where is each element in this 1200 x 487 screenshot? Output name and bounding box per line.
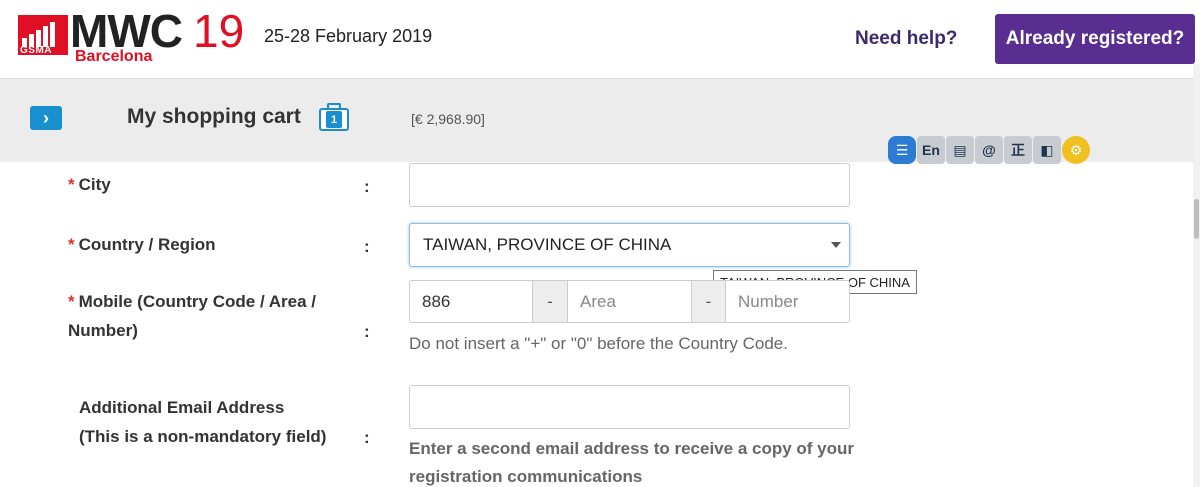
country-code-input[interactable]: 886 bbox=[409, 280, 533, 323]
country-colon: : bbox=[364, 237, 370, 256]
need-help-link[interactable]: Need help? bbox=[855, 28, 957, 50]
page-scrollbar[interactable] bbox=[1193, 64, 1200, 487]
area-code-input[interactable]: Area bbox=[567, 280, 692, 323]
cart-count-badge: 1 bbox=[326, 111, 342, 128]
city-input[interactable] bbox=[409, 163, 850, 207]
additional-email-input[interactable] bbox=[409, 385, 850, 429]
additional-email-label: Additional Email Address bbox=[79, 398, 285, 417]
area-placeholder: Area bbox=[580, 291, 616, 311]
already-registered-button[interactable]: Already registered? bbox=[995, 14, 1195, 64]
gsma-label: GSMA bbox=[20, 45, 52, 56]
signal-bars-icon bbox=[22, 21, 62, 47]
mobile-label: * Mobile (Country Code / Area / bbox=[68, 292, 317, 311]
additional-email-colon: : bbox=[364, 428, 370, 447]
contrast-icon[interactable]: ◧ bbox=[1033, 136, 1061, 164]
brand-year: 19 bbox=[193, 5, 245, 57]
english-icon[interactable]: En bbox=[917, 136, 945, 164]
phone-separator: - bbox=[532, 280, 568, 323]
country-label: * Country / Region bbox=[68, 235, 216, 254]
mwc-logo[interactable]: GSMA MWC 19 Barcelona bbox=[18, 8, 248, 68]
cart-expand-button[interactable]: › bbox=[30, 106, 62, 130]
event-date: 25-28 February 2019 bbox=[264, 26, 433, 46]
mobile-colon: : bbox=[364, 322, 370, 341]
mobile-label-line2: Number) bbox=[68, 321, 138, 340]
required-marker: * bbox=[68, 235, 75, 254]
country-select-value: TAIWAN, PROVINCE OF CHINA bbox=[423, 235, 672, 254]
additional-email-help-line2: registration communications bbox=[409, 467, 643, 486]
required-marker: * bbox=[68, 175, 75, 194]
gsma-logo: GSMA bbox=[18, 15, 68, 56]
chevron-down-icon bbox=[831, 242, 841, 248]
scrollbar-thumb[interactable] bbox=[1194, 199, 1199, 239]
additional-email-help-line1: Enter a second email address to receive … bbox=[409, 439, 855, 458]
mobile-help-text: Do not insert a "+" or "0" before the Co… bbox=[409, 334, 788, 353]
list-icon[interactable]: ▤ bbox=[946, 136, 974, 164]
chevron-right-icon: › bbox=[43, 107, 49, 128]
correct-icon[interactable]: 正 bbox=[1004, 136, 1032, 164]
required-marker: * bbox=[68, 292, 75, 311]
settings-icon[interactable]: ⚙ bbox=[1062, 136, 1090, 164]
at-icon[interactable]: @ bbox=[975, 136, 1003, 164]
phone-number-input[interactable]: Number bbox=[725, 280, 850, 323]
cart-bag-icon[interactable]: 1 bbox=[317, 102, 351, 132]
page-header: GSMA MWC 19 Barcelona 25-28 February 201… bbox=[0, 0, 1200, 78]
phone-separator: - bbox=[691, 280, 726, 323]
country-select[interactable]: TAIWAN, PROVINCE OF CHINA bbox=[409, 223, 850, 267]
city-colon: : bbox=[364, 177, 370, 196]
additional-email-note: (This is a non-mandatory field) bbox=[79, 427, 327, 446]
cart-title: My shopping cart bbox=[127, 105, 301, 128]
document-icon[interactable]: ☰ bbox=[888, 136, 916, 164]
brand-city: Barcelona bbox=[75, 48, 153, 65]
number-placeholder: Number bbox=[738, 291, 799, 311]
cart-total: [€ 2,968.90] bbox=[411, 111, 485, 127]
registration-form: * City : * Country / Region : TAIWAN, PROV… bbox=[0, 162, 1195, 487]
city-label: * City bbox=[68, 175, 111, 194]
